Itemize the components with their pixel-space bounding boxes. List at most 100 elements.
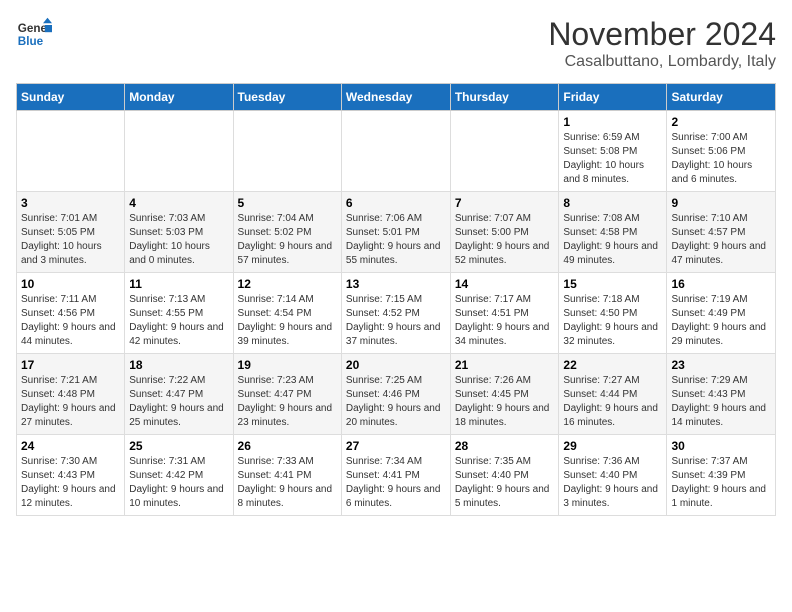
table-row: 1 Sunrise: 6:59 AM Sunset: 5:08 PM Daylig… [559,111,667,192]
table-row: 13 Sunrise: 7:15 AM Sunset: 4:52 PM Dayli… [341,273,450,354]
day-number: 9 [671,196,771,210]
logo: General Blue [16,16,52,52]
header-friday: Friday [559,84,667,111]
day-info: Sunrise: 7:06 AM Sunset: 5:01 PM Dayligh… [346,212,446,268]
day-number: 3 [21,196,120,210]
table-row: 16 Sunrise: 7:19 AM Sunset: 4:49 PM Dayli… [667,273,776,354]
day-info: Sunrise: 7:00 AM Sunset: 5:06 PM Dayligh… [671,131,771,187]
header-tuesday: Tuesday [233,84,341,111]
day-info: Sunrise: 7:25 AM Sunset: 4:46 PM Dayligh… [346,374,446,430]
day-info: Sunrise: 7:23 AM Sunset: 4:47 PM Dayligh… [238,374,337,430]
table-row: 5 Sunrise: 7:04 AM Sunset: 5:02 PM Daylig… [233,192,341,273]
table-row: 22 Sunrise: 7:27 AM Sunset: 4:44 PM Dayli… [559,354,667,435]
day-number: 4 [129,196,228,210]
day-info: Sunrise: 7:07 AM Sunset: 5:00 PM Dayligh… [455,212,555,268]
day-info: Sunrise: 7:01 AM Sunset: 5:05 PM Dayligh… [21,212,120,268]
header-saturday: Saturday [667,84,776,111]
table-row: 8 Sunrise: 7:08 AM Sunset: 4:58 PM Daylig… [559,192,667,273]
day-number: 8 [563,196,662,210]
day-number: 5 [238,196,337,210]
table-row: 10Sunrise: 7:11 AM Sunset: 4:56 PM Dayli… [17,273,125,354]
table-row: 3 Sunrise: 7:01 AM Sunset: 5:05 PM Daylig… [17,192,125,273]
day-info: Sunrise: 7:22 AM Sunset: 4:47 PM Dayligh… [129,374,228,430]
day-info: Sunrise: 7:08 AM Sunset: 4:58 PM Dayligh… [563,212,662,268]
day-number: 30 [671,439,771,453]
day-info: Sunrise: 7:15 AM Sunset: 4:52 PM Dayligh… [346,293,446,349]
day-number: 13 [346,277,446,291]
day-info: Sunrise: 7:33 AM Sunset: 4:41 PM Dayligh… [238,455,337,511]
table-row: 28Sunrise: 7:35 AM Sunset: 4:40 PM Dayli… [450,435,559,516]
day-info: Sunrise: 7:29 AM Sunset: 4:43 PM Dayligh… [671,374,771,430]
day-info: Sunrise: 7:03 AM Sunset: 5:03 PM Dayligh… [129,212,228,268]
table-row: 6 Sunrise: 7:06 AM Sunset: 5:01 PM Daylig… [341,192,450,273]
calendar-week-row: 24 Sunrise: 7:30 AM Sunset: 4:43 PM Dayli… [17,435,776,516]
table-row: 21Sunrise: 7:26 AM Sunset: 4:45 PM Dayli… [450,354,559,435]
day-info: Sunrise: 7:36 AM Sunset: 4:40 PM Dayligh… [563,455,662,511]
day-info: Sunrise: 7:35 AM Sunset: 4:40 PM Dayligh… [455,455,555,511]
day-number: 27 [346,439,446,453]
day-number: 7 [455,196,555,210]
table-row: 19Sunrise: 7:23 AM Sunset: 4:47 PM Dayli… [233,354,341,435]
day-info: Sunrise: 7:10 AM Sunset: 4:57 PM Dayligh… [671,212,771,268]
table-row: 24 Sunrise: 7:30 AM Sunset: 4:43 PM Dayli… [17,435,125,516]
day-number: 20 [346,358,446,372]
table-row: 17 Sunrise: 7:21 AM Sunset: 4:48 PM Dayli… [17,354,125,435]
main-title: November 2024 [548,16,776,53]
day-info: Sunrise: 7:04 AM Sunset: 5:02 PM Dayligh… [238,212,337,268]
day-info: Sunrise: 7:26 AM Sunset: 4:45 PM Dayligh… [455,374,555,430]
calendar-header-row: Sunday Monday Tuesday Wednesday Thursday… [17,84,776,111]
calendar-week-row: 3 Sunrise: 7:01 AM Sunset: 5:05 PM Daylig… [17,192,776,273]
day-number: 14 [455,277,555,291]
subtitle: Casalbuttano, Lombardy, Italy [548,53,776,71]
table-row [341,111,450,192]
svg-text:Blue: Blue [18,35,44,48]
table-row [450,111,559,192]
day-info: Sunrise: 7:27 AM Sunset: 4:44 PM Dayligh… [563,374,662,430]
header: General Blue November 2024 Casalbuttano,… [16,16,776,71]
day-number: 25 [129,439,228,453]
day-info: Sunrise: 7:13 AM Sunset: 4:55 PM Dayligh… [129,293,228,349]
table-row: 4 Sunrise: 7:03 AM Sunset: 5:03 PM Daylig… [125,192,233,273]
title-section: November 2024 Casalbuttano, Lombardy, It… [548,16,776,71]
calendar-week-row: 17 Sunrise: 7:21 AM Sunset: 4:48 PM Dayli… [17,354,776,435]
table-row [233,111,341,192]
day-number: 17 [21,358,120,372]
day-info: Sunrise: 7:31 AM Sunset: 4:42 PM Dayligh… [129,455,228,511]
table-row: 15 Sunrise: 7:18 AM Sunset: 4:50 PM Dayli… [559,273,667,354]
day-info: Sunrise: 7:17 AM Sunset: 4:51 PM Dayligh… [455,293,555,349]
day-info: Sunrise: 7:34 AM Sunset: 4:41 PM Dayligh… [346,455,446,511]
table-row [125,111,233,192]
table-row: 11 Sunrise: 7:13 AM Sunset: 4:55 PM Dayli… [125,273,233,354]
day-number: 22 [563,358,662,372]
day-info: Sunrise: 7:30 AM Sunset: 4:43 PM Dayligh… [21,455,120,511]
day-info: Sunrise: 6:59 AM Sunset: 5:08 PM Dayligh… [563,131,662,187]
day-number: 11 [129,277,228,291]
day-number: 2 [671,115,771,129]
table-row: 12 Sunrise: 7:14 AM Sunset: 4:54 PM Dayli… [233,273,341,354]
table-row: 23Sunrise: 7:29 AM Sunset: 4:43 PM Dayli… [667,354,776,435]
day-info: Sunrise: 7:14 AM Sunset: 4:54 PM Dayligh… [238,293,337,349]
day-number: 12 [238,277,337,291]
header-thursday: Thursday [450,84,559,111]
day-number: 24 [21,439,120,453]
table-row: 7 Sunrise: 7:07 AM Sunset: 5:00 PM Daylig… [450,192,559,273]
day-number: 29 [563,439,662,453]
header-sunday: Sunday [17,84,125,111]
day-number: 16 [671,277,771,291]
table-row: 20 Sunrise: 7:25 AM Sunset: 4:46 PM Dayli… [341,354,450,435]
table-row: 27 Sunrise: 7:34 AM Sunset: 4:41 PM Dayli… [341,435,450,516]
day-info: Sunrise: 7:18 AM Sunset: 4:50 PM Dayligh… [563,293,662,349]
table-row [17,111,125,192]
calendar-week-row: 10Sunrise: 7:11 AM Sunset: 4:56 PM Dayli… [17,273,776,354]
calendar-week-row: 1 Sunrise: 6:59 AM Sunset: 5:08 PM Daylig… [17,111,776,192]
day-number: 18 [129,358,228,372]
day-info: Sunrise: 7:19 AM Sunset: 4:49 PM Dayligh… [671,293,771,349]
table-row: 18 Sunrise: 7:22 AM Sunset: 4:47 PM Dayli… [125,354,233,435]
header-monday: Monday [125,84,233,111]
day-info: Sunrise: 7:21 AM Sunset: 4:48 PM Dayligh… [21,374,120,430]
day-number: 6 [346,196,446,210]
day-info: Sunrise: 7:37 AM Sunset: 4:39 PM Dayligh… [671,455,771,511]
logo-icon: General Blue [16,16,52,52]
day-number: 15 [563,277,662,291]
day-number: 1 [563,115,662,129]
